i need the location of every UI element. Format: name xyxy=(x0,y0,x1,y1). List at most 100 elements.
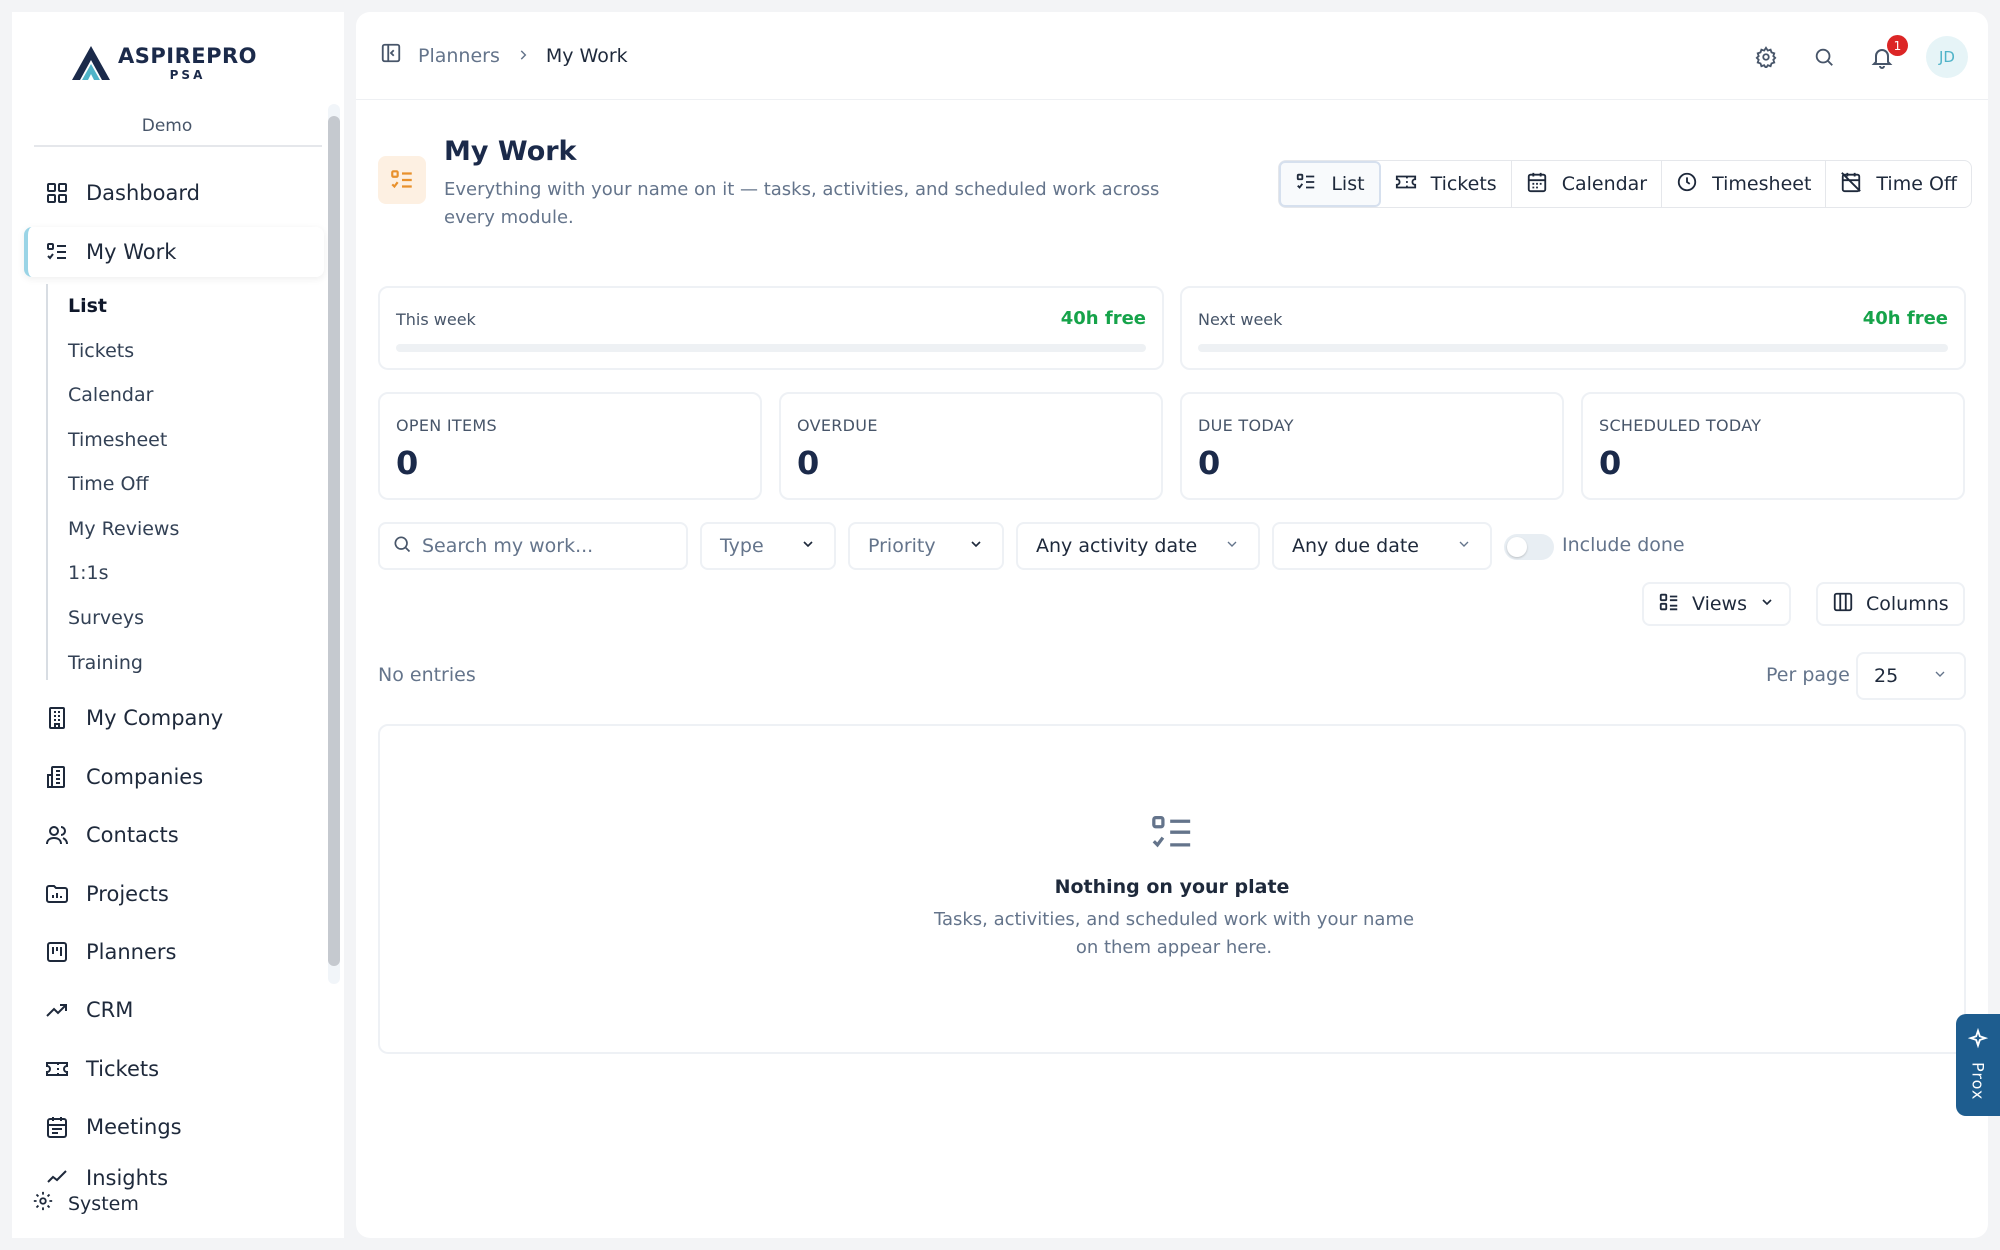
sidebar-item-insights[interactable]: Insights xyxy=(32,1160,322,1190)
stat-due-today: DUE TODAY 0 xyxy=(1180,392,1564,500)
list-check-icon xyxy=(1150,814,1194,858)
building-icon xyxy=(44,705,70,731)
include-done-toggle[interactable] xyxy=(1504,534,1554,560)
sidebar-item-label: Tickets xyxy=(86,1057,160,1081)
stat-label: OPEN ITEMS xyxy=(396,416,497,435)
settings-gear-icon[interactable] xyxy=(1752,43,1780,71)
tab-label: Timesheet xyxy=(1712,173,1812,195)
stat-overdue: OVERDUE 0 xyxy=(779,392,1163,500)
sidebar-subitem-list[interactable]: List xyxy=(68,295,107,317)
sidebar-item-meetings[interactable]: Meetings xyxy=(32,1102,322,1152)
button-label: Views xyxy=(1692,593,1747,615)
chevron-down-icon xyxy=(1456,535,1472,557)
select-value: Priority xyxy=(868,535,936,557)
sidebar-scroll-thumb[interactable] xyxy=(328,116,340,966)
button-label: Columns xyxy=(1866,593,1949,615)
trending-icon xyxy=(44,997,70,1023)
capacity-bar xyxy=(396,344,1146,352)
sidebar-item-label: CRM xyxy=(86,998,134,1022)
columns-button[interactable]: Columns xyxy=(1816,582,1965,626)
per-page-select[interactable]: 25 xyxy=(1856,652,1966,700)
tab-list[interactable]: List xyxy=(1279,161,1381,207)
sidebar-subitem-my-reviews[interactable]: My Reviews xyxy=(68,518,179,540)
sidebar-subitem-training[interactable]: Training xyxy=(68,652,143,674)
tab-calendar[interactable]: Calendar xyxy=(1512,161,1663,207)
sidebar-subitem-timesheet[interactable]: Timesheet xyxy=(68,429,167,451)
office-icon xyxy=(44,764,70,790)
stat-label: OVERDUE xyxy=(797,416,878,435)
tab-timesheet[interactable]: Timesheet xyxy=(1662,161,1827,207)
list-check-icon xyxy=(1295,171,1317,198)
stat-label: SCHEDULED TODAY xyxy=(1599,416,1762,435)
sidebar-subitem-time-off[interactable]: Time Off xyxy=(68,473,149,495)
sidebar-scrollbar[interactable] xyxy=(328,104,340,984)
select-value: Any due date xyxy=(1292,535,1419,557)
user-avatar[interactable]: JD xyxy=(1926,36,1968,78)
page-description: Everything with your name on it — tasks,… xyxy=(444,179,1160,228)
sidebar-subitem-calendar[interactable]: Calendar xyxy=(68,384,153,406)
list-check-icon xyxy=(44,239,70,265)
capacity-this-week: This week 40h free xyxy=(378,286,1164,370)
sidebar-subitem-tickets[interactable]: Tickets xyxy=(68,340,134,362)
chevron-down-icon xyxy=(968,535,984,557)
org-name[interactable]: Demo xyxy=(12,116,322,136)
sidebar-item-label: Insights xyxy=(86,1166,169,1190)
users-icon xyxy=(44,822,70,848)
insights-icon xyxy=(44,1164,70,1190)
stat-value: 0 xyxy=(396,444,419,482)
entries-status: No entries xyxy=(378,664,476,686)
notification-badge: 1 xyxy=(1887,35,1908,56)
sidebar-item-companies[interactable]: Companies xyxy=(32,752,322,802)
tab-tickets[interactable]: Tickets xyxy=(1381,161,1512,207)
capacity-bar xyxy=(1198,344,1948,352)
sidebar-item-planners[interactable]: Planners xyxy=(32,927,322,977)
activity-date-filter-select[interactable]: Any activity date xyxy=(1016,522,1260,570)
sidebar-item-label: My Company xyxy=(86,706,224,730)
priority-filter-select[interactable]: Priority xyxy=(848,522,1004,570)
search-box[interactable] xyxy=(378,522,688,570)
views-button[interactable]: Views xyxy=(1642,582,1791,626)
empty-state-title: Nothing on your plate xyxy=(1054,876,1290,898)
system-label: System xyxy=(68,1192,139,1215)
app-logo[interactable]: ASPIREPRO PSA xyxy=(70,44,257,82)
sidebar-item-dashboard[interactable]: Dashboard xyxy=(32,168,322,218)
sidebar-subitem-surveys[interactable]: Surveys xyxy=(68,607,144,629)
sidebar-subitem-one-on-ones[interactable]: 1:1s xyxy=(68,562,108,584)
sidebar-item-projects[interactable]: Projects xyxy=(32,869,322,919)
sidebar-item-crm[interactable]: CRM xyxy=(32,985,322,1035)
search-icon[interactable] xyxy=(1810,43,1838,71)
breadcrumb-current: My Work xyxy=(545,44,628,67)
breadcrumb-planners[interactable]: Planners xyxy=(418,45,500,67)
select-value: 25 xyxy=(1874,665,1899,687)
stat-value: 0 xyxy=(797,444,820,482)
tab-label: Tickets xyxy=(1430,173,1497,195)
breadcrumb: Planners My Work xyxy=(380,42,628,69)
week-label: Next week xyxy=(1198,310,1283,329)
sidebar-item-label: Planners xyxy=(86,940,177,964)
ticket-icon xyxy=(1395,171,1417,198)
sidebar-toggle-icon[interactable] xyxy=(380,42,402,69)
sidebar-item-contacts[interactable]: Contacts xyxy=(32,810,322,860)
stat-value: 0 xyxy=(1198,444,1221,482)
sidebar: ASPIREPRO PSA Demo Dashboard My Work Lis… xyxy=(12,12,344,1238)
week-free: 40h free xyxy=(1060,308,1146,329)
sidebar-item-label: Projects xyxy=(86,882,169,906)
tab-time-off[interactable]: Time Off xyxy=(1826,161,1971,207)
due-date-filter-select[interactable]: Any due date xyxy=(1272,522,1492,570)
prox-assistant-button[interactable]: Prox xyxy=(1956,1014,2000,1116)
dashboard-icon xyxy=(44,180,70,206)
notification-bell-icon[interactable]: 1 xyxy=(1868,35,1908,71)
sidebar-item-system[interactable]: System xyxy=(32,1190,139,1217)
main-content: Planners My Work 1 JD My Work Everything… xyxy=(356,12,1988,1238)
type-filter-select[interactable]: Type xyxy=(700,522,836,570)
logo-subtitle: PSA xyxy=(169,67,206,82)
capacity-next-week: Next week 40h free xyxy=(1180,286,1966,370)
topbar-actions: 1 JD xyxy=(1752,35,1968,78)
my-work-list-icon xyxy=(378,156,426,204)
sidebar-item-my-company[interactable]: My Company xyxy=(32,693,322,743)
tab-label: List xyxy=(1331,173,1365,195)
sidebar-item-label: Dashboard xyxy=(86,181,200,205)
sidebar-item-my-work[interactable]: My Work xyxy=(24,227,324,277)
sidebar-item-tickets[interactable]: Tickets xyxy=(32,1044,322,1094)
search-input[interactable] xyxy=(422,535,662,557)
